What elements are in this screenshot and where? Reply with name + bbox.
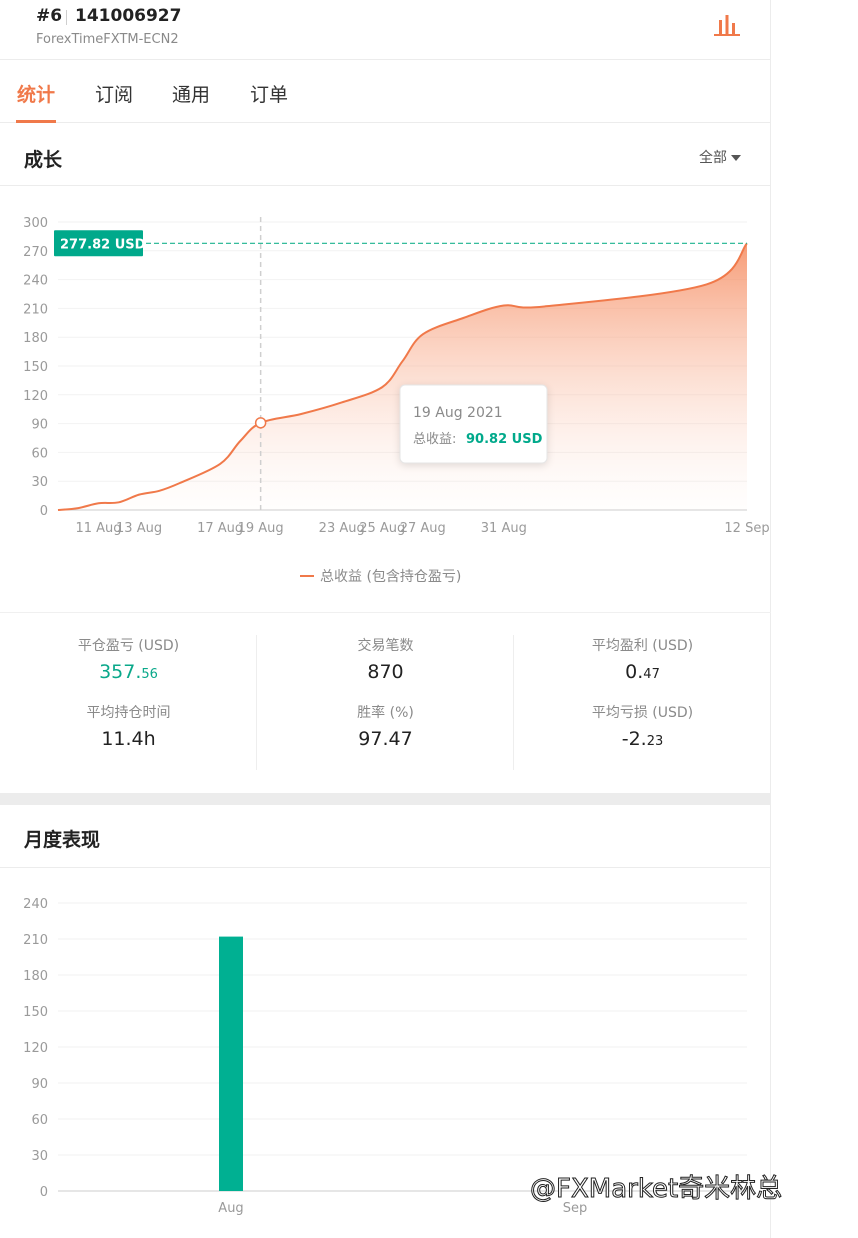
x-tick-label: 23 Aug: [319, 521, 365, 536]
stat-value-frac: 47: [643, 667, 660, 682]
x-tick-label: 12 Sep: [724, 521, 769, 536]
stat-label: 平均亏损 (USD): [591, 705, 694, 721]
rank-label: #6: [36, 6, 63, 26]
stat-value-int: 0.: [625, 661, 644, 683]
caret-down-icon: [731, 155, 741, 161]
x-tick-label: 17 Aug: [197, 521, 243, 536]
tab-general[interactable]: 通用: [172, 80, 210, 107]
stat-trades: 交易笔数 870: [257, 635, 514, 683]
y-tick-label: 0: [40, 504, 48, 519]
stats-summary: 平仓盈亏 (USD) 357.56 平均持仓时间 11.4h 交易笔数 870 …: [0, 612, 771, 790]
y-tick-label: 120: [23, 1041, 48, 1056]
y-tick-label: 30: [31, 1149, 48, 1164]
y-tick-label: 0: [40, 1185, 48, 1200]
y-tick-label: 60: [31, 446, 48, 461]
y-tick-label: 180: [23, 331, 48, 346]
y-tick-label: 240: [23, 274, 48, 289]
tooltip-value: 90.82 USD: [466, 432, 543, 447]
tab-statistics[interactable]: 统计: [17, 80, 55, 107]
y-tick-label: 90: [31, 1077, 48, 1092]
chart-legend[interactable]: 总收益 (包含持仓盈亏): [300, 569, 461, 585]
range-select[interactable]: 全部: [699, 147, 741, 167]
legend-label: 总收益 (包含持仓盈亏): [320, 569, 461, 585]
stats-column-3: 平均盈利 (USD) 0.47 平均亏损 (USD) -2.23: [513, 635, 770, 770]
stat-value: 97.47: [358, 728, 413, 750]
chart-tooltip: 19 Aug 2021 总收益: 90.82 USD: [399, 384, 548, 464]
stat-value-frac: 23: [646, 734, 664, 749]
right-margin: [772, 0, 858, 1238]
tab-bar: 统计 订阅 通用 订单: [0, 60, 771, 123]
account-number: 141006927: [75, 6, 182, 26]
x-tick-label: 31 Aug: [481, 521, 527, 536]
stat-label: 平仓盈亏 (USD): [77, 638, 180, 654]
tab-subscribe[interactable]: 订阅: [95, 80, 133, 107]
stat-value: 870: [367, 661, 404, 683]
x-tick-label: Aug: [218, 1201, 243, 1216]
range-select-label: 全部: [699, 150, 727, 166]
x-tick-label: 19 Aug: [238, 521, 284, 536]
stat-value: -2.23: [514, 728, 771, 750]
x-tick-label: 11 Aug: [75, 521, 121, 536]
y-tick-label: 120: [23, 389, 48, 404]
monthly-title: 月度表现: [24, 829, 101, 851]
y-tick-label: 300: [23, 216, 48, 231]
y-tick-label: 90: [31, 418, 48, 433]
server-name: ForexTimeFXTM-ECN2: [36, 32, 179, 47]
watermark-text: @FXMarket奇米林总: [529, 1174, 783, 1205]
bar-chart-icon[interactable]: [712, 12, 742, 38]
y-tick-label: 30: [31, 475, 48, 490]
growth-title: 成长: [24, 149, 63, 171]
x-tick-label: 27 Aug: [400, 521, 446, 536]
y-tick-label: 180: [23, 969, 48, 984]
stat-avg-profit: 平均盈利 (USD) 0.47: [514, 635, 771, 683]
x-tick-label: 13 Aug: [116, 521, 162, 536]
y-tick-label: 210: [23, 302, 48, 317]
growth-chart[interactable]: 3002702402101801501209060300 11 Aug13 Au…: [0, 190, 771, 610]
tab-orders[interactable]: 订单: [250, 80, 288, 107]
tooltip-date: 19 Aug 2021: [413, 405, 503, 421]
growth-section-header: 成长 全部: [0, 123, 771, 186]
stat-label: 交易笔数: [357, 638, 414, 654]
stat-label: 平均盈利 (USD): [591, 638, 694, 654]
current-value-label: 277.82 USD: [60, 237, 146, 252]
stat-closed-pnl: 平仓盈亏 (USD) 357.56: [0, 635, 257, 683]
current-value-badge: 277.82 USD: [54, 230, 146, 257]
section-divider: [0, 793, 771, 805]
stat-value: 11.4h: [101, 728, 156, 750]
y-tick-label: 60: [31, 1113, 48, 1128]
rank-divider: [66, 10, 67, 25]
y-tick-label: 240: [23, 897, 48, 912]
x-tick-label: 25 Aug: [359, 521, 405, 536]
stat-label: 平均持仓时间: [86, 705, 171, 721]
stat-avg-hold: 平均持仓时间 11.4h: [0, 702, 257, 750]
stat-win-rate: 胜率 (%) 97.47: [257, 702, 514, 750]
stat-value: 357.56: [0, 661, 257, 683]
tooltip-label: 总收益:: [413, 432, 456, 447]
stat-avg-loss: 平均亏损 (USD) -2.23: [514, 702, 771, 750]
monthly-section-header: 月度表现: [0, 805, 771, 868]
account-header: #6 141006927 ForexTimeFXTM-ECN2: [0, 0, 771, 60]
account-panel: #6 141006927 ForexTimeFXTM-ECN2 统计 订阅 通用…: [0, 0, 771, 1238]
y-tick-label: 150: [23, 1005, 48, 1020]
growth-area: [58, 243, 747, 511]
stat-value-frac: 56: [141, 667, 158, 682]
stat-label: 胜率 (%): [357, 705, 414, 721]
stats-column-2: 交易笔数 870 胜率 (%) 97.47: [256, 635, 513, 770]
y-tick-label: 150: [23, 360, 48, 375]
y-tick-label: 270: [23, 245, 48, 260]
stat-value-int: -2.: [621, 728, 647, 750]
stat-value-int: 357.: [99, 661, 142, 683]
y-tick-label: 210: [23, 933, 48, 948]
bar-aug: [219, 936, 243, 1191]
stats-column-1: 平仓盈亏 (USD) 357.56 平均持仓时间 11.4h: [0, 635, 257, 770]
stat-value: 0.47: [514, 661, 771, 683]
hover-point: [254, 417, 267, 429]
